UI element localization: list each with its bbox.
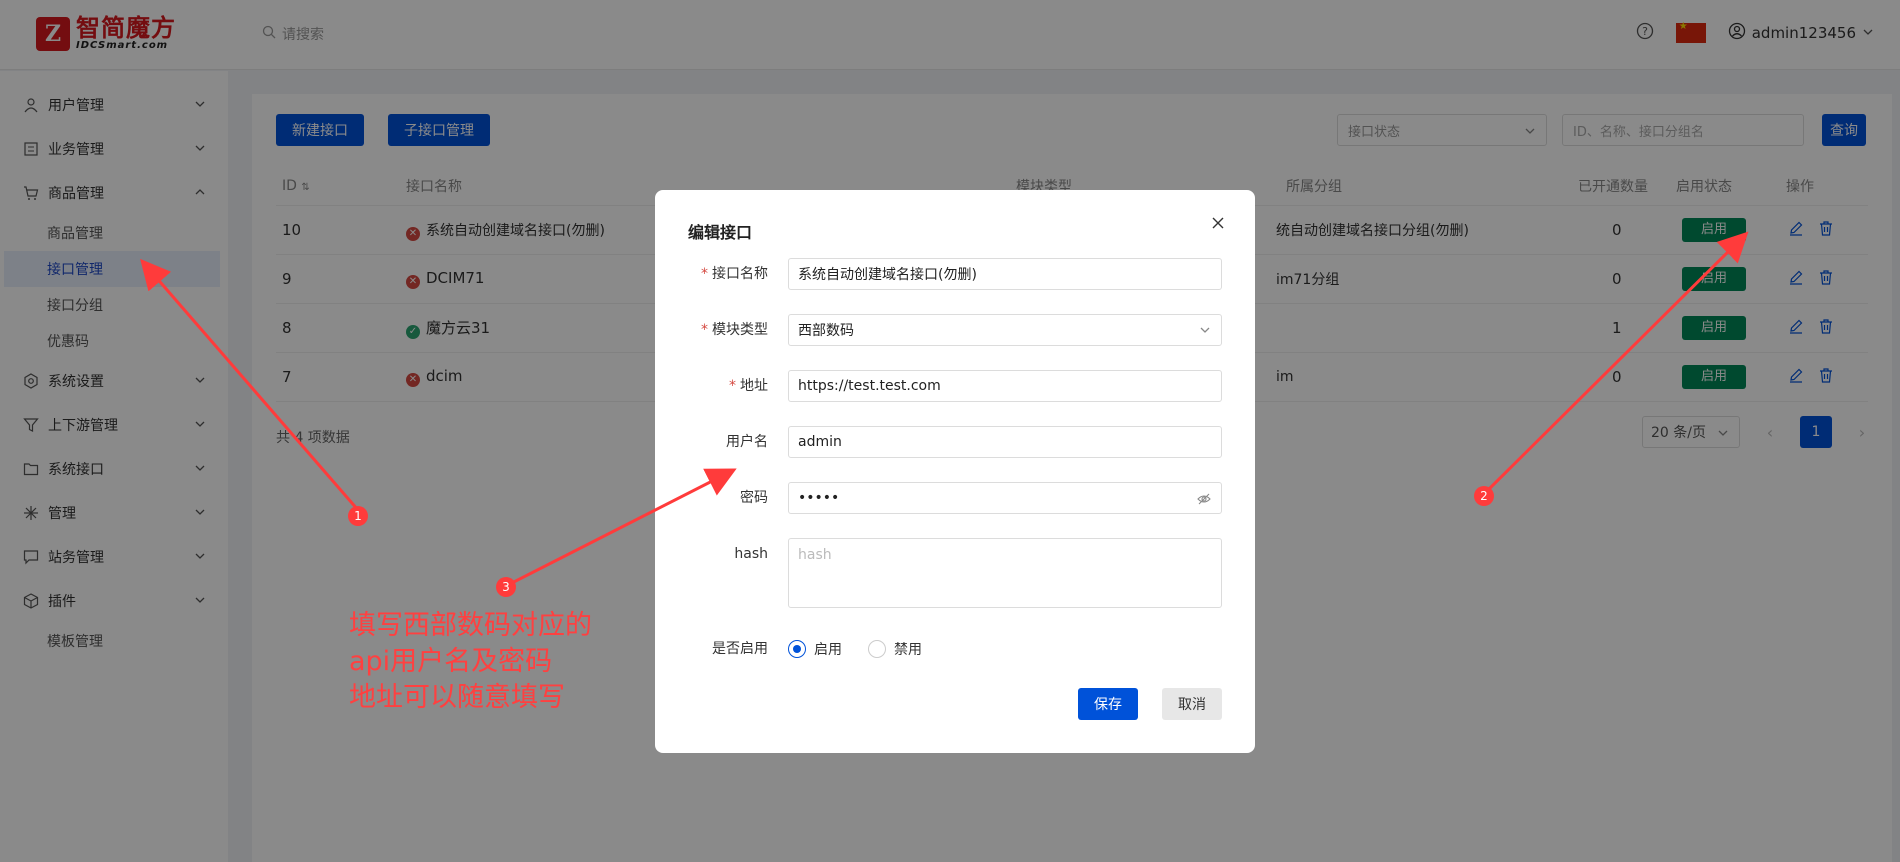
annotation-badge-2: 2 bbox=[1474, 486, 1494, 506]
annotation-badge-1: 1 bbox=[348, 506, 368, 526]
annotation-arrows bbox=[140, 231, 1749, 588]
arrow-3 bbox=[505, 468, 737, 588]
arrow-2 bbox=[1482, 231, 1749, 496]
annotation-badge-3: 3 bbox=[496, 577, 516, 597]
annotation-note: 填写西部数码对应的 api用户名及密码 地址可以随意填写 bbox=[349, 610, 592, 713]
arrow-1 bbox=[140, 258, 360, 511]
